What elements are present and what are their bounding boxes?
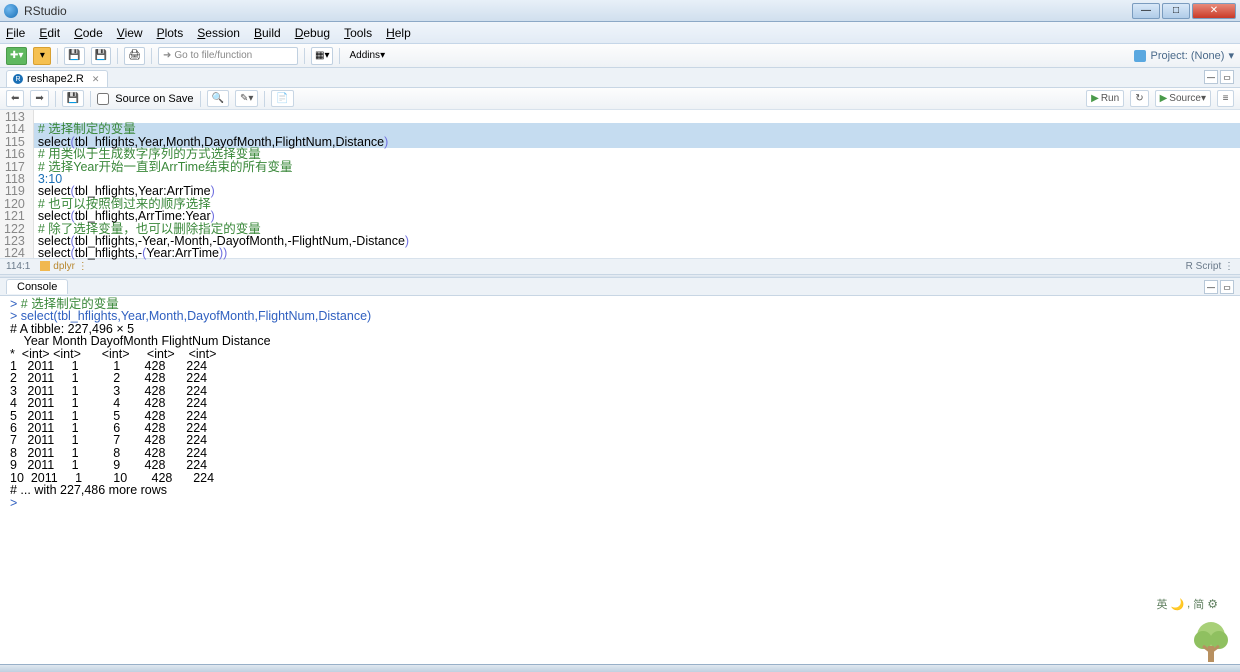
separator <box>57 48 58 64</box>
maximize-button[interactable]: □ <box>1162 3 1190 19</box>
run-arrow-icon: ▶ <box>1091 93 1099 104</box>
pane-controls: — ▭ <box>1204 70 1234 84</box>
menu-debug[interactable]: Debug <box>295 26 330 40</box>
taskbar[interactable] <box>0 664 1240 672</box>
new-file-button[interactable]: ✚▾ <box>6 47 27 65</box>
editor-toolbar: ⬅ ➡ 💾 Source on Save 🔍 ✎▾ 📄 ▶Run ↻ ▶Sour… <box>0 88 1240 110</box>
source-arrow-icon: ▶ <box>1160 93 1168 104</box>
tab-reshape2[interactable]: R reshape2.R ✕ <box>6 70 108 87</box>
project-label: Project: (None) <box>1150 50 1224 62</box>
close-button[interactable]: ✕ <box>1192 3 1236 19</box>
outline-button[interactable]: ≡ <box>1217 90 1234 107</box>
menu-plots[interactable]: Plots <box>157 26 184 40</box>
titlebar: RStudio — □ ✕ <box>0 0 1240 22</box>
addins-button[interactable]: Addins ▾ <box>346 47 388 65</box>
menubar: File Edit Code View Plots Session Build … <box>0 22 1240 44</box>
separator <box>117 48 118 64</box>
separator <box>339 48 340 64</box>
code-editor[interactable]: 113114115116117118119120121122123124 # 选… <box>0 110 1240 258</box>
menu-edit[interactable]: Edit <box>39 26 60 40</box>
tab-close-icon[interactable]: ✕ <box>92 74 100 85</box>
console-tabs: Console — ▭ <box>0 278 1240 296</box>
separator <box>264 91 265 107</box>
pane-controls: — ▭ <box>1204 280 1234 294</box>
forward-button[interactable]: ➡ <box>30 90 48 107</box>
save-all-button[interactable]: 💾 <box>91 47 111 65</box>
app-title: RStudio <box>24 4 67 18</box>
r-file-icon: R <box>13 74 23 84</box>
run-button[interactable]: ▶Run <box>1086 90 1124 107</box>
chevron-down-icon: ▾ <box>1228 49 1234 62</box>
main-toolbar: ✚▾ ▾ 💾 💾 🖨 ➜ Go to file/function ▦▾ Addi… <box>0 44 1240 68</box>
moon-icon: 🌙 <box>1170 598 1184 611</box>
wand-button[interactable]: ✎▾ <box>235 90 258 107</box>
rerun-button[interactable]: ↻ <box>1130 90 1148 107</box>
separator <box>55 91 56 107</box>
menu-view[interactable]: View <box>117 26 143 40</box>
minimize-pane-button[interactable]: — <box>1204 280 1218 294</box>
save-button[interactable]: 💾 <box>62 90 84 107</box>
file-type-label[interactable]: R Script ⋮ <box>1186 261 1234 272</box>
tree-icon <box>1190 618 1232 666</box>
ime-indicator[interactable]: 英 🌙 , 简 ⚙ <box>1156 596 1218 612</box>
menu-tools[interactable]: Tools <box>344 26 372 40</box>
scope-icon <box>40 261 50 271</box>
maximize-pane-button[interactable]: ▭ <box>1220 70 1234 84</box>
console-tab-label[interactable]: Console <box>6 279 68 294</box>
editor-code[interactable]: # 选择制定的变量select(tbl_hflights,Year,Month,… <box>34 110 1240 258</box>
print-button[interactable]: 🖨 <box>124 47 145 65</box>
minimize-pane-button[interactable]: — <box>1204 70 1218 84</box>
back-button[interactable]: ⬅ <box>6 90 24 107</box>
editor-tabs: R reshape2.R ✕ — ▭ <box>0 68 1240 88</box>
editor-gutter: 113114115116117118119120121122123124 <box>0 110 34 258</box>
window-controls: — □ ✕ <box>1132 3 1236 19</box>
open-file-button[interactable]: ▾ <box>33 47 51 65</box>
menu-file[interactable]: File <box>6 26 25 40</box>
goto-file-input[interactable]: ➜ Go to file/function <box>158 47 298 65</box>
rstudio-logo-icon <box>4 4 18 18</box>
maximize-pane-button[interactable]: ▭ <box>1220 280 1234 294</box>
scope-indicator[interactable]: dplyr ⋮ <box>40 261 87 272</box>
project-menu[interactable]: Project: (None) ▾ <box>1134 49 1234 62</box>
separator <box>304 48 305 64</box>
separator <box>90 91 91 107</box>
source-on-save-label: Source on Save <box>115 93 193 105</box>
menu-code[interactable]: Code <box>74 26 103 40</box>
separator <box>151 48 152 64</box>
console[interactable]: > # 选择制定的变量> select(tbl_hflights,Year,Mo… <box>0 296 1240 670</box>
gear-icon: ⚙ <box>1207 597 1218 611</box>
menu-help[interactable]: Help <box>386 26 411 40</box>
source-button[interactable]: ▶Source ▾ <box>1155 90 1211 107</box>
compile-button[interactable]: 📄 <box>271 90 293 107</box>
separator <box>200 91 201 107</box>
source-on-save-checkbox[interactable] <box>97 93 109 105</box>
find-button[interactable]: 🔍 <box>207 90 229 107</box>
tab-label: reshape2.R <box>27 73 84 85</box>
save-button[interactable]: 💾 <box>64 47 84 65</box>
grid-button[interactable]: ▦▾ <box>311 47 333 65</box>
search-icon: ➜ <box>163 50 171 61</box>
overlay-decoration <box>1190 618 1232 666</box>
cursor-position: 114:1 <box>6 261 30 272</box>
menu-session[interactable]: Session <box>197 26 240 40</box>
menu-build[interactable]: Build <box>254 26 281 40</box>
minimize-button[interactable]: — <box>1132 3 1160 19</box>
project-icon <box>1134 50 1146 62</box>
